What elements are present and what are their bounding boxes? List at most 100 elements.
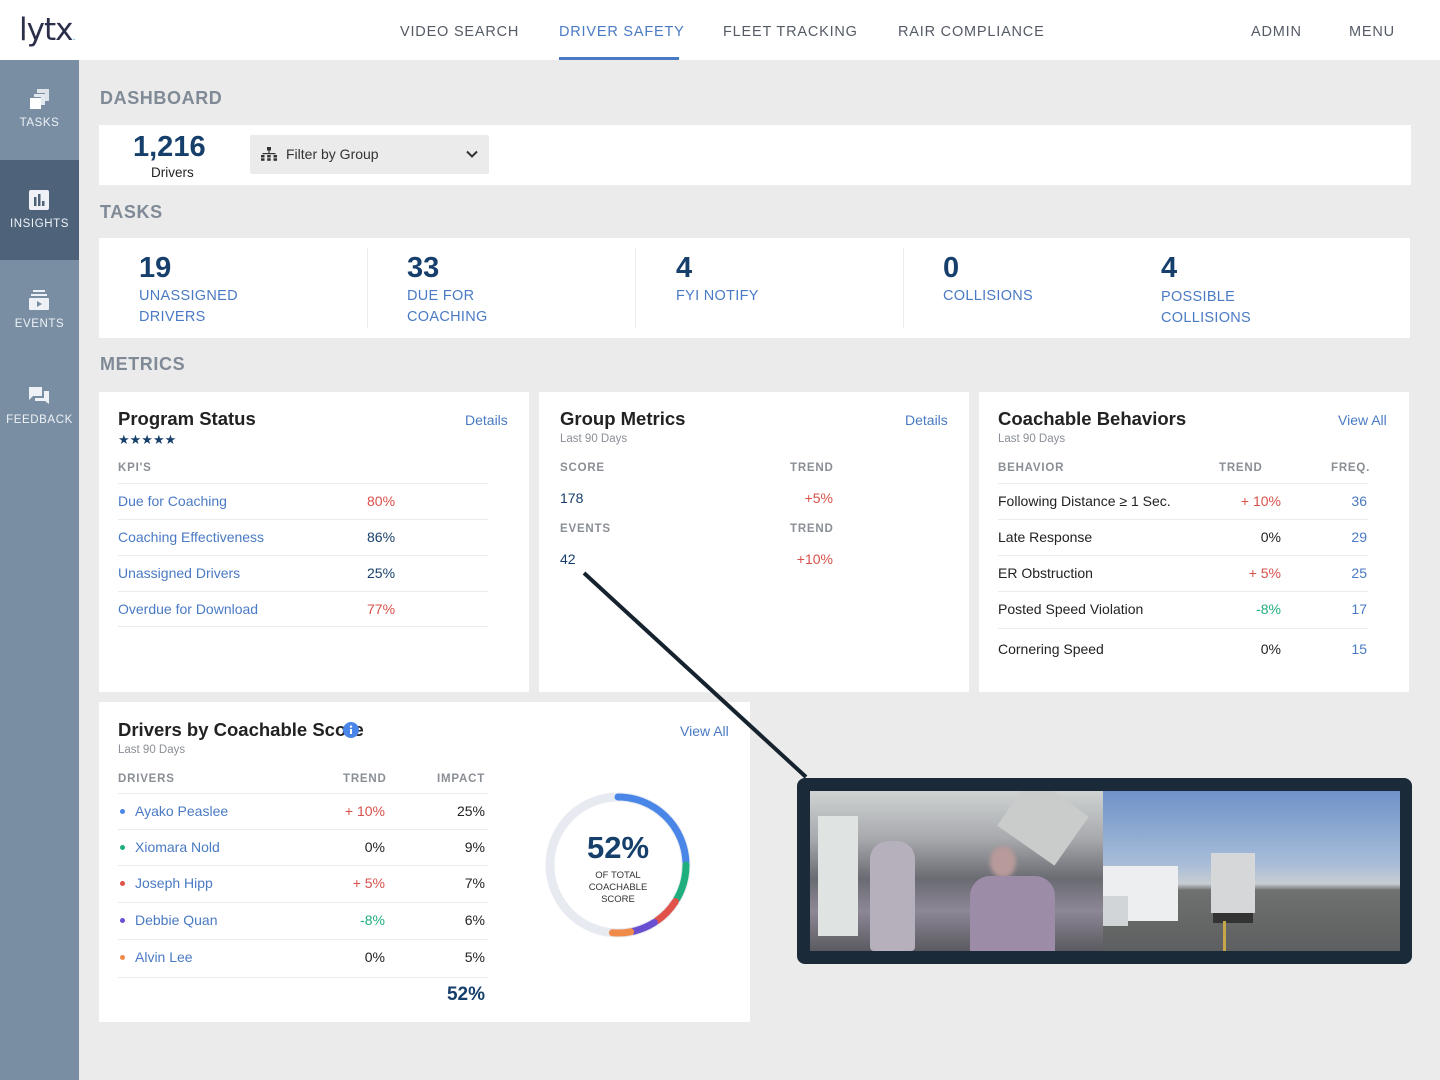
behavior-name: Late Response — [998, 529, 1093, 545]
behavior-name: ER Obstruction — [998, 565, 1093, 581]
driver-cab-camera-view — [810, 791, 1103, 951]
donut-caption-line: SCORE — [601, 894, 635, 905]
behavior-row[interactable]: ER Obstruction + 5% 25 — [998, 555, 1368, 591]
behavior-trend: + 10% — [1240, 493, 1281, 509]
behavior-trend: 0% — [1260, 529, 1281, 545]
task-label: POSSIBLE COLLISIONS — [1161, 289, 1252, 326]
metrics-heading: METRICS — [100, 354, 186, 374]
sidebar-item-events[interactable]: EVENTS — [0, 260, 79, 360]
driver-name[interactable]: Ayako Peaslee — [135, 803, 228, 819]
task-collisions[interactable]: 0 COLLISIONS — [943, 238, 1143, 338]
nav-rair-compliance[interactable]: RAIR COMPLIANCE — [898, 24, 1045, 40]
donut-percent: 52% — [586, 830, 650, 865]
kpi-row: Unassigned Drivers 25% — [118, 555, 488, 591]
group-metrics-details-link[interactable]: Details — [905, 412, 948, 428]
score-header: SCORE — [560, 462, 605, 474]
card-title: Program Status — [118, 408, 256, 429]
drivers-view-all-link[interactable]: View All — [680, 723, 729, 739]
nav-driver-safety[interactable]: DRIVER SAFETY — [559, 24, 685, 40]
kpi-value: 80% — [367, 493, 396, 509]
coachable-behaviors-view-all-link[interactable]: View All — [1338, 412, 1387, 428]
task-label: DUE FOR COACHING — [407, 288, 488, 325]
task-due-for-coaching[interactable]: 33 DUE FOR COACHING — [407, 238, 627, 338]
task-count: 4 — [676, 252, 693, 284]
kpi-label[interactable]: Coaching Effectiveness — [118, 529, 264, 545]
card-subtitle: Last 90 Days — [998, 433, 1066, 445]
driver-row: Xiomara Nold 0% 9% — [118, 829, 488, 865]
drivers-by-coachable-score-card: Drivers by Coachable Score Last 90 Days … — [99, 702, 750, 1022]
driver-trend: 0% — [364, 949, 385, 965]
drivers-column-header: DRIVERS — [118, 773, 175, 785]
divider — [367, 248, 368, 328]
filter-label: Filter by Group — [286, 146, 379, 162]
task-count: 33 — [407, 252, 440, 284]
behavior-row[interactable]: Late Response 0% 29 — [998, 519, 1368, 555]
dashboard-heading: DASHBOARD — [100, 88, 223, 108]
star-rating: ★★★★★ — [118, 432, 177, 447]
group-metrics-card: Group Metrics Last 90 Days Details SCORE… — [539, 392, 969, 692]
driver-trend: + 10% — [344, 803, 385, 819]
total-impact: 52% — [446, 984, 485, 1005]
events-header: EVENTS — [560, 523, 611, 535]
kpi-label[interactable]: Unassigned Drivers — [118, 565, 240, 581]
behavior-trend: + 5% — [1248, 565, 1281, 581]
info-icon[interactable] — [343, 722, 359, 738]
top-navigation-bar: lytx. VIDEO SEARCH DRIVER SAFETY FLEET T… — [0, 0, 1440, 60]
kpi-row: Overdue for Download 77% — [118, 591, 488, 627]
card-subtitle: Last 90 Days — [560, 433, 628, 445]
driver-name[interactable]: Joseph Hipp — [135, 875, 213, 891]
driver-trend: -8% — [360, 912, 385, 928]
behavior-name: Cornering Speed — [998, 641, 1104, 657]
card-title: Group Metrics — [560, 408, 686, 429]
sidebar-item-tasks[interactable]: TASKS — [0, 60, 79, 160]
program-status-details-link[interactable]: Details — [465, 412, 508, 428]
task-count: 19 — [139, 252, 172, 284]
driver-impact: 9% — [464, 839, 485, 855]
drivers-label: Drivers — [151, 165, 194, 180]
behavior-frequency: 15 — [1351, 641, 1367, 657]
active-tab-indicator — [559, 57, 679, 60]
tasks-stack-icon — [29, 89, 49, 109]
video-preview-callout[interactable] — [797, 778, 1412, 964]
filter-by-group-dropdown[interactable]: Filter by Group — [250, 135, 489, 174]
menu-link[interactable]: MENU — [1349, 24, 1395, 40]
task-fyi-notify[interactable]: 4 FYI NOTIFY — [676, 238, 896, 338]
events-trend: +10% — [796, 551, 833, 567]
behavior-row[interactable]: Cornering Speed 0% 15 — [998, 628, 1368, 664]
driver-row: Debbie Quan -8% 6% — [118, 902, 488, 938]
task-label: FYI NOTIFY — [676, 288, 759, 304]
task-unassigned-drivers[interactable]: 19 UNASSIGNED DRIVERS — [139, 238, 359, 338]
divider — [118, 977, 488, 978]
tasks-heading: TASKS — [100, 202, 163, 222]
kpi-column-header: KPI'S — [118, 462, 152, 474]
driver-name[interactable]: Debbie Quan — [135, 912, 218, 928]
driver-trend: 0% — [364, 839, 385, 855]
behavior-frequency: 36 — [1351, 493, 1367, 509]
admin-link[interactable]: ADMIN — [1251, 24, 1302, 40]
sidebar-item-insights[interactable]: INSIGHTS — [0, 160, 79, 260]
task-label: COLLISIONS — [943, 288, 1034, 304]
task-label: UNASSIGNED DRIVERS — [139, 288, 238, 325]
events-value[interactable]: 42 — [560, 551, 576, 567]
divider — [635, 248, 636, 328]
donut-caption-line: COACHABLE — [588, 882, 648, 893]
task-count: 4 — [1161, 252, 1178, 284]
behavior-row[interactable]: Following Distance ≥ 1 Sec. + 10% 36 — [998, 483, 1368, 519]
kpi-label[interactable]: Due for Coaching — [118, 493, 227, 509]
org-chart-icon — [261, 147, 277, 161]
nav-video-search[interactable]: VIDEO SEARCH — [400, 24, 519, 40]
nav-fleet-tracking[interactable]: FLEET TRACKING — [723, 24, 858, 40]
sidebar-item-feedback[interactable]: FEEDBACK — [0, 360, 79, 460]
driver-name[interactable]: Alvin Lee — [135, 949, 193, 965]
lytx-logo[interactable]: lytx. — [19, 12, 76, 48]
video-events-icon — [29, 290, 49, 310]
task-possible-collisions[interactable]: 4 POSSIBLE COLLISIONS — [1161, 238, 1361, 338]
driver-row: Alvin Lee 0% 5% — [118, 939, 488, 975]
kpi-label[interactable]: Overdue for Download — [118, 601, 258, 617]
donut-caption-line: OF TOTAL — [595, 870, 641, 881]
trend-column-header: TREND — [1219, 462, 1263, 474]
driver-trend: + 5% — [352, 875, 385, 891]
driver-impact: 6% — [464, 912, 485, 928]
behavior-row[interactable]: Posted Speed Violation -8% 17 — [998, 591, 1368, 627]
driver-name[interactable]: Xiomara Nold — [135, 839, 220, 855]
